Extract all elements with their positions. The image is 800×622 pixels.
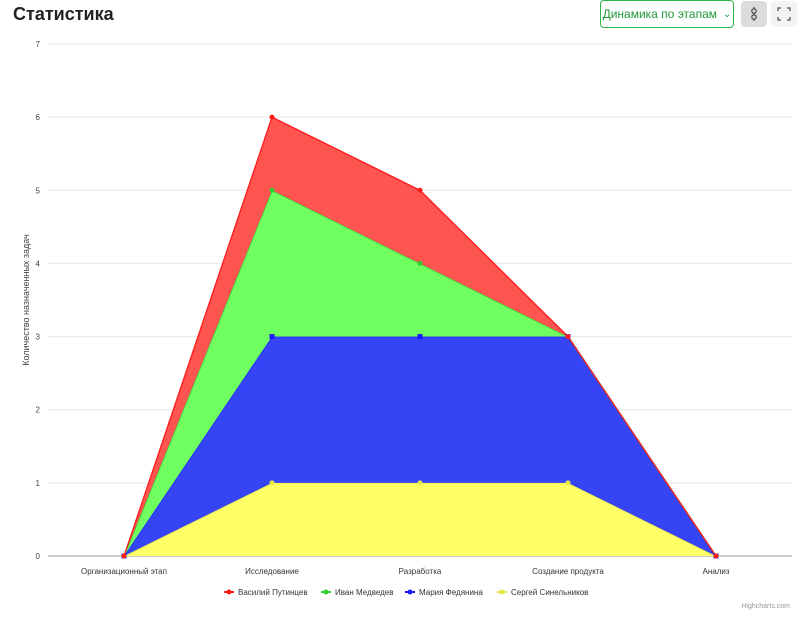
data-point[interactable] [417, 260, 423, 266]
legend-item[interactable]: Сергей Синельников [511, 588, 588, 597]
x-tick-label: Разработка [399, 567, 442, 576]
legend-marker [323, 589, 329, 595]
header: Статистика Динамика по этапам ⌄ [0, 0, 800, 30]
legend: Василий Путинцев Иван Медведев Мария Федян… [224, 588, 588, 597]
y-tick-label: 2 [36, 406, 41, 415]
data-point[interactable] [269, 114, 275, 120]
legend-marker [226, 589, 232, 595]
data-point[interactable] [417, 187, 423, 193]
filter-button[interactable] [741, 1, 767, 27]
x-tick-label: Организационный этап [81, 567, 167, 576]
x-tick-label: Исследование [245, 567, 299, 576]
data-point[interactable] [565, 480, 571, 486]
data-point[interactable] [269, 480, 275, 486]
data-point[interactable] [121, 553, 127, 559]
legend-item[interactable]: Иван Медведев [335, 588, 394, 597]
data-point[interactable] [713, 553, 719, 559]
x-tick-label: Создание продукта [532, 567, 604, 576]
chart-mode-label: Динамика по этапам [602, 7, 718, 21]
y-axis-ticks: 0 1 2 3 4 5 6 7 [36, 40, 41, 561]
y-tick-label: 6 [36, 113, 41, 122]
y-tick-label: 4 [36, 259, 41, 268]
page-title: Статистика [13, 4, 114, 24]
fullscreen-icon [777, 7, 791, 21]
chart-mode-dropdown[interactable]: Динамика по этапам ⌄ [600, 0, 734, 28]
stacked-area-chart: 0 1 2 3 4 5 6 7 Организационный этап Исследовани… [21, 40, 792, 610]
data-point[interactable] [417, 480, 423, 486]
y-tick-label: 5 [36, 186, 41, 195]
fullscreen-button[interactable] [771, 1, 797, 27]
legend-item[interactable]: Василий Путинцев [238, 588, 308, 597]
y-tick-label: 3 [36, 333, 41, 342]
legend-item[interactable]: Мария Федянина [419, 588, 483, 597]
x-axis-ticks: Организационный этап Исследование Разработ… [81, 567, 730, 576]
data-point[interactable] [565, 334, 571, 340]
chevron-down-icon: ⌄ [723, 8, 732, 20]
y-tick-label: 1 [36, 479, 41, 488]
credits-link[interactable]: Highcharts.com [741, 603, 790, 610]
sliders-icon [751, 7, 757, 21]
legend-marker [407, 589, 413, 595]
data-point[interactable] [269, 334, 275, 340]
data-point[interactable] [417, 334, 423, 340]
data-point[interactable] [269, 187, 275, 193]
x-tick-label: Анализ [702, 567, 729, 576]
y-axis-label: Количество назначенных задач [21, 234, 31, 366]
legend-marker [499, 589, 505, 595]
y-tick-label: 0 [36, 552, 41, 561]
y-tick-label: 7 [36, 40, 41, 49]
